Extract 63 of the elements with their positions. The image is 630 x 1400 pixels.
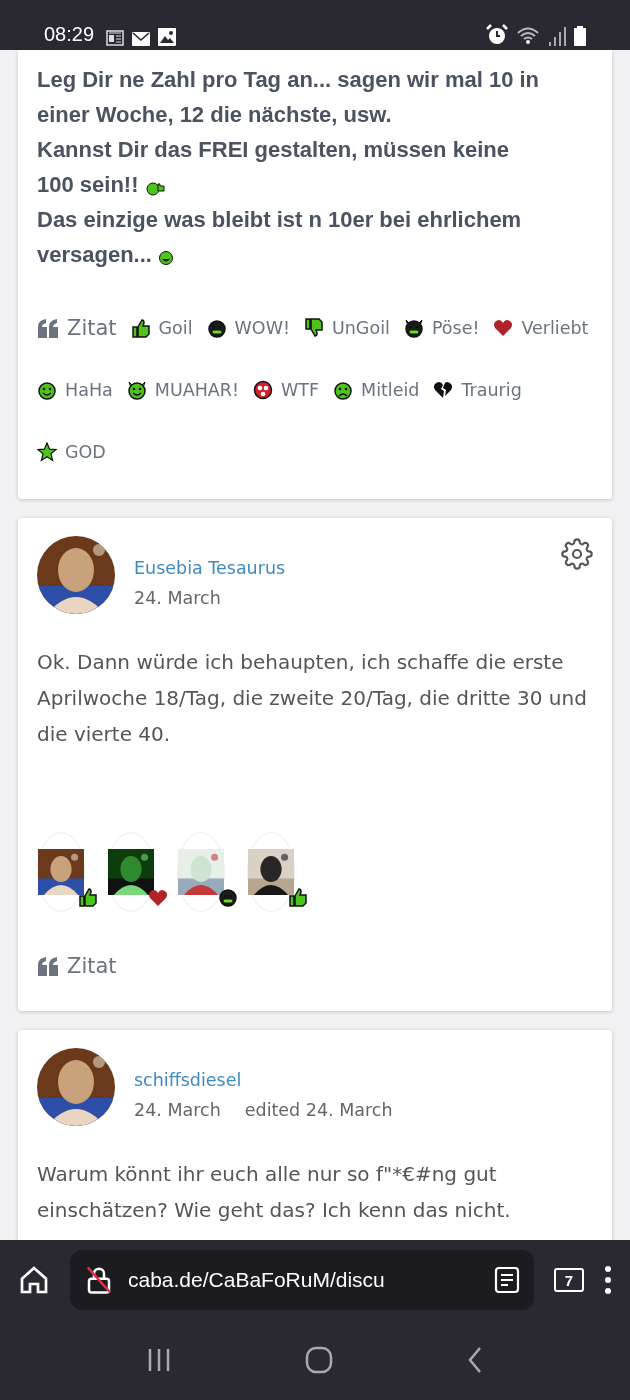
- reaction-button[interactable]: Verliebt: [493, 314, 589, 341]
- quote-icon: [37, 317, 59, 338]
- reaction-button[interactable]: GOD: [37, 438, 106, 465]
- broken-heart-icon: [433, 380, 454, 399]
- post-text-line: versagen...: [37, 242, 152, 267]
- star-icon: [37, 441, 57, 462]
- quote-button[interactable]: Zitat: [37, 952, 117, 979]
- heart-icon: [493, 318, 514, 337]
- author-link[interactable]: schiffsdiesel: [134, 1070, 593, 1090]
- post-text-line: einer Woche, 12 die nächste, usw.: [37, 102, 392, 127]
- thumbs-down-icon: [303, 317, 324, 338]
- grin-icon: [206, 317, 227, 338]
- quote-icon: [37, 955, 59, 976]
- reaction-button[interactable]: Traurig: [433, 376, 522, 403]
- home-button[interactable]: [18, 1264, 50, 1296]
- edited-date: edited 24. March: [244, 1100, 393, 1120]
- heart-icon: [148, 889, 168, 907]
- settings-button[interactable]: [561, 538, 593, 573]
- insecure-lock-icon: [84, 1265, 114, 1295]
- reaction-button[interactable]: WTF: [252, 376, 320, 403]
- post-date: 24. March: [134, 1100, 221, 1120]
- reaction-button[interactable]: UnGoil: [303, 314, 390, 341]
- thumbs-up-icon: [288, 887, 308, 907]
- quote-button[interactable]: Zitat: [37, 314, 117, 341]
- author-link[interactable]: Eusebia Tesaurus: [134, 558, 542, 578]
- reaction-button[interactable]: WOW!: [206, 314, 290, 341]
- post-text: Ok. Dann würde ich behaupten, ich schaffe die erste Aprilwoche 18/Tag, die zweite 20/Tag, die dritte 30 und die vierte 40.: [37, 649, 588, 748]
- dizzy-face-icon: [252, 379, 273, 400]
- news-icon: [106, 30, 125, 46]
- reaction-button[interactable]: MUAHAR!: [126, 376, 239, 403]
- tab-count-button[interactable]: 7: [554, 1268, 584, 1292]
- smiley-thumbs-up-icon: [144, 179, 165, 196]
- post-text-line: Das einzige was bleibt ist n 10er bei ehrlichem: [37, 207, 522, 232]
- smiley-tongue-icon: [157, 249, 174, 266]
- reaction-button[interactable]: Pöse!: [403, 314, 480, 341]
- reader-icon[interactable]: [494, 1266, 520, 1294]
- wifi-icon: [516, 26, 540, 46]
- battery-icon: [574, 26, 586, 46]
- reaction-button[interactable]: Mitleid: [333, 376, 420, 403]
- smiley-icon: [37, 379, 57, 400]
- thumbs-up-icon: [130, 317, 151, 338]
- reaction-button[interactable]: Goil: [130, 314, 193, 341]
- home-nav-button[interactable]: [305, 1346, 333, 1374]
- post-text-line: Kannst Dir das FREI gestalten, müssen keine: [37, 137, 509, 162]
- mail-icon: [132, 32, 151, 46]
- post-text: Warum könnt ihr euch alle nur so f"*€#ng gut einschätzen? Wie geht das? Ich kenn das nicht.: [37, 1161, 512, 1224]
- more-menu-button[interactable]: [604, 1265, 612, 1295]
- reaction-button[interactable]: HaHa: [37, 376, 113, 403]
- url-bar[interactable]: caba.de/CaBaFoRuM/discu: [70, 1250, 534, 1310]
- post-date: 24. March: [134, 588, 221, 608]
- post-text-line: 100 sein!!: [37, 172, 139, 197]
- sad-face-icon: [333, 379, 354, 400]
- image-icon: [158, 28, 177, 46]
- post-text-line: Leg Dir ne Zahl pro Tag an... sagen wir mal 10 in: [37, 67, 540, 92]
- horned-smiley-icon: [126, 379, 147, 400]
- url-text: caba.de/CaBaFoRuM/discu: [128, 1268, 386, 1292]
- devil-icon: [403, 317, 424, 338]
- thumbs-up-icon: [78, 887, 98, 907]
- settings-icon: [561, 538, 593, 570]
- alarm-icon: [486, 24, 508, 46]
- grin-icon: [218, 887, 238, 907]
- signal-icon: [548, 26, 566, 46]
- status-time: 08:29: [44, 23, 95, 46]
